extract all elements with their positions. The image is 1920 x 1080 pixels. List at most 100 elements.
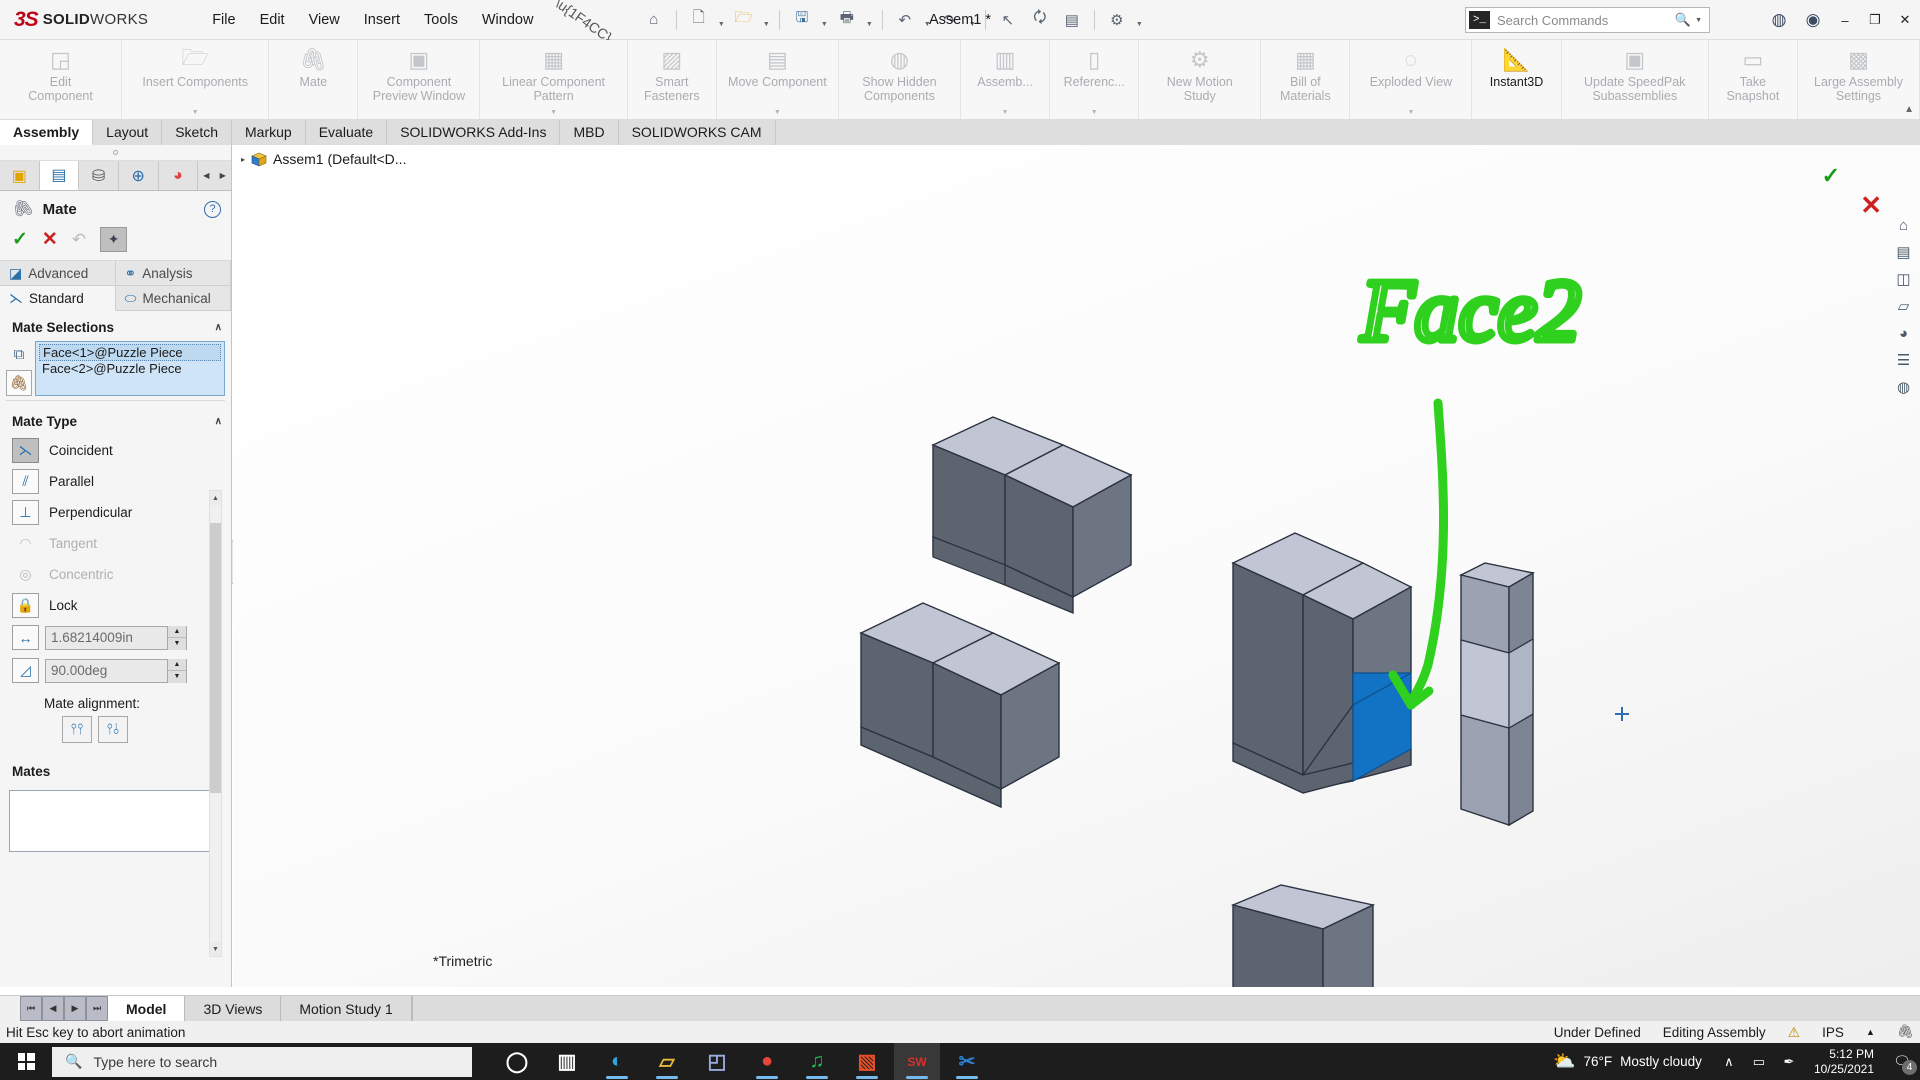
tab-standard-mates[interactable]: ⋋ Standard — [0, 286, 116, 311]
anti-aligned-button[interactable]: ⫯⫰ — [98, 716, 128, 743]
tab-evaluate[interactable]: Evaluate — [305, 120, 388, 145]
chevron-down-icon[interactable]: ▼ — [819, 6, 830, 34]
taskbar-clock[interactable]: 5:12 PM 10/25/2021 — [1814, 1047, 1874, 1077]
photos-icon[interactable]: ◰ — [694, 1043, 740, 1080]
select-icon[interactable]: ↖ — [993, 6, 1023, 34]
tab-motion-study-1[interactable]: Motion Study 1 — [281, 996, 412, 1021]
tab-analysis-mates[interactable]: ⚭ Analysis — [115, 261, 231, 286]
panel-splitter[interactable] — [0, 145, 231, 161]
last-tab-button[interactable]: ⏭ — [86, 996, 108, 1021]
distance-mate-icon[interactable]: ↔ — [12, 625, 39, 650]
chevron-down-icon[interactable]: ▼ — [967, 6, 978, 34]
tab-mbd[interactable]: MBD — [560, 120, 619, 145]
spotify-icon[interactable]: ♫ — [794, 1043, 840, 1080]
scrollbar-thumb[interactable] — [210, 523, 221, 793]
mate-selection-list[interactable]: Face<1>@Puzzle Piece Face<2>@Puzzle Piec… — [35, 341, 225, 396]
ribbon-button-show-hidden-components[interactable]: ◍ Show Hidden Components — [839, 40, 961, 119]
pushpin-icon[interactable]: \u{1F4CC} — [553, 0, 616, 45]
ribbon-button-move-component[interactable]: ▤ Move Component ▼ — [717, 40, 839, 119]
chevron-down-icon[interactable]: ▼ — [192, 109, 199, 116]
ribbon-button-bill-of-materials[interactable]: ▦ Bill of Materials — [1261, 40, 1351, 119]
rebuild-icon[interactable]: 🗘 — [1025, 6, 1055, 34]
keep-visible-pin-button[interactable]: ✦ — [100, 227, 128, 252]
distance-stepper[interactable]: ▲ ▼ — [167, 625, 186, 650]
search-commands-box[interactable]: >_ Search Commands 🔍 ▼ — [1465, 7, 1710, 33]
aligned-button[interactable]: ⫯⫯ — [62, 716, 92, 743]
puzzle-piece-part[interactable] — [1458, 562, 1535, 827]
3d-model-scene[interactable]: Face2 Y X Z — [233, 145, 1920, 987]
solidworks-doc-icon[interactable]: ✂ — [944, 1043, 990, 1080]
angle-stepper[interactable]: ▲ ▼ — [167, 658, 186, 683]
cancel-button[interactable]: ✕ — [42, 228, 58, 251]
mates-list[interactable] — [9, 790, 222, 852]
ok-button[interactable]: ✓ — [12, 228, 28, 251]
chevron-up-icon[interactable]: ∧ — [215, 322, 222, 333]
next-tab-button[interactable]: ▶ — [64, 996, 86, 1021]
ribbon-button-update-speedpak-subassemblies[interactable]: ▣ Update SpeedPak Subassemblies — [1562, 40, 1709, 119]
ribbon-button-component-preview-window[interactable]: ▣ Component Preview Window — [358, 40, 481, 119]
menu-view[interactable]: View — [297, 8, 352, 32]
sheet-icon[interactable]: ▤ — [1057, 6, 1087, 34]
mate-type-coincident[interactable]: ⋋ Coincident — [0, 435, 231, 466]
puzzle-piece-part[interactable] — [1230, 884, 1376, 987]
property-manager-tab[interactable]: ▤ — [39, 161, 80, 190]
multiple-mate-icon[interactable]: 🖇 — [6, 370, 32, 396]
search-icon[interactable]: 🔍 — [1675, 12, 1691, 28]
mates-header[interactable]: Mates ∧ — [0, 755, 231, 785]
display-manager-tab[interactable]: ◕ — [158, 161, 199, 190]
mate-type-perpendicular[interactable]: ⊥ Perpendicular — [0, 497, 231, 528]
chevron-down-icon[interactable]: ▼ — [716, 6, 727, 34]
taskbar-search-input[interactable]: 🔍 Type here to search — [52, 1046, 472, 1077]
prev-tab-button[interactable]: ◀ — [42, 996, 64, 1021]
menu-insert[interactable]: Insert — [352, 8, 412, 32]
new-doc-icon[interactable]: 🗋 — [684, 6, 714, 34]
ribbon-button-edit-component[interactable]: ◲ Edit Component — [0, 40, 123, 119]
ribbon-button-assemb[interactable]: ▥ Assemb... ▼ — [961, 40, 1051, 119]
tabs-next-button[interactable]: ▶ — [214, 161, 231, 190]
weather-widget[interactable]: ⛅ 76°F Mostly cloudy — [1553, 1051, 1702, 1072]
task-view-icon[interactable]: ▥ — [544, 1043, 590, 1080]
stepper-down[interactable]: ▼ — [168, 638, 186, 650]
maximize-button[interactable]: ❐ — [1860, 0, 1890, 40]
puzzle-piece-part[interactable] — [859, 602, 1061, 809]
overlay-icon[interactable]: 🖇 — [1897, 1024, 1914, 1040]
file-explorer-icon[interactable]: ▱ — [644, 1043, 690, 1080]
ribbon-button-take-snapshot[interactable]: ▭ Take Snapshot — [1709, 40, 1798, 119]
search-input[interactable]: Search Commands — [1497, 13, 1675, 28]
microsoft-edge-icon[interactable]: ◐ — [594, 1043, 640, 1080]
cortana-icon[interactable]: ◯ — [494, 1043, 540, 1080]
stepper-up[interactable]: ▲ — [168, 658, 186, 671]
chevron-down-icon[interactable]: ▼ — [774, 109, 781, 116]
menu-window[interactable]: Window — [470, 8, 546, 32]
ribbon-button-referenc[interactable]: ▯ Referenc... ▼ — [1050, 40, 1140, 119]
tab-layout[interactable]: Layout — [93, 120, 163, 145]
chevron-down-icon[interactable]: ▼ — [1002, 109, 1009, 116]
undo-icon[interactable]: ↶ — [890, 6, 920, 34]
ribbon-button-large-assembly-settings[interactable]: ▩ Large Assembly Settings — [1798, 40, 1920, 119]
menu-file[interactable]: File — [200, 8, 247, 32]
menu-tools[interactable]: Tools — [412, 8, 470, 32]
ribbon-button-insert-components[interactable]: 🗁 Insert Components ▼ — [122, 40, 270, 119]
help-icon[interactable]: ◉ — [1796, 3, 1830, 37]
chevron-down-icon[interactable]: ▼ — [1695, 17, 1702, 24]
scroll-down-icon[interactable]: ▼ — [210, 942, 221, 956]
solidworks-icon[interactable]: SW — [894, 1043, 940, 1080]
chevron-up-icon[interactable]: ▲ — [1866, 1027, 1875, 1037]
google-chrome-icon[interactable]: ● — [744, 1043, 790, 1080]
angle-mate-icon[interactable]: ◿ — [12, 658, 39, 683]
chevron-down-icon[interactable]: ▼ — [550, 109, 557, 116]
tab-3d-views[interactable]: 3D Views — [185, 996, 282, 1021]
angle-input[interactable]: 90.00deg ▲ ▼ — [45, 658, 187, 683]
close-button[interactable]: ✕ — [1890, 0, 1920, 40]
first-tab-button[interactable]: ⏮ — [20, 996, 42, 1021]
home-icon[interactable]: ⌂ — [639, 6, 669, 34]
pen-icon[interactable]: ✒ — [1774, 1043, 1804, 1080]
chevron-down-icon[interactable]: ▼ — [1407, 109, 1414, 116]
windows-start-icon[interactable] — [0, 1043, 52, 1080]
tab-sketch[interactable]: Sketch — [162, 120, 233, 145]
help-icon[interactable]: ? — [204, 200, 221, 218]
redo-icon[interactable]: ↷ — [935, 6, 965, 34]
chevron-down-icon[interactable]: ▼ — [761, 6, 772, 34]
ribbon-button-linear-component-pattern[interactable]: ▦ Linear Component Pattern ▼ — [480, 40, 628, 119]
mate-type-lock[interactable]: 🔒 Lock — [0, 590, 231, 621]
